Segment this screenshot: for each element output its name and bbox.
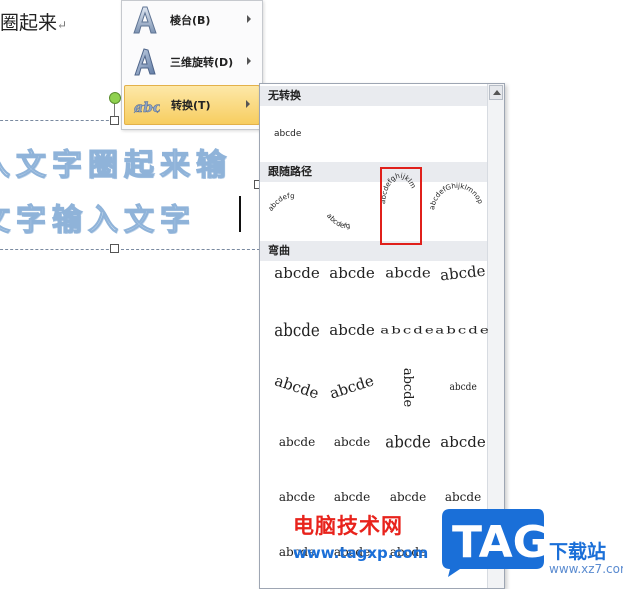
menu-item-label: 转换(T) bbox=[171, 99, 211, 112]
warp-option-text: abcde bbox=[385, 432, 431, 452]
watermark-tag-logo: TAG bbox=[438, 505, 549, 579]
wordart-text-line-1[interactable]: 入文字圈起来输 bbox=[0, 140, 232, 184]
path-option-arch-down[interactable]: abcdefg bbox=[318, 185, 374, 243]
warp-option[interactable]: abcde bbox=[381, 417, 435, 467]
document-text: 圈起来↵ bbox=[0, 12, 68, 34]
bevel-a-icon bbox=[130, 5, 160, 35]
resize-handle-top[interactable] bbox=[110, 116, 119, 125]
paragraph-mark: ↵ bbox=[57, 18, 68, 32]
menu-item-transform[interactable]: abc 转换(T) bbox=[124, 85, 260, 125]
warp-option[interactable]: abcde bbox=[436, 248, 490, 298]
warp-option[interactable]: abcde bbox=[325, 362, 379, 412]
watermark-download-text: 下载站 bbox=[549, 541, 607, 563]
rotation-handle[interactable] bbox=[109, 92, 121, 104]
section-header-no-transform: 无转换 bbox=[260, 86, 488, 106]
path-option-button[interactable]: abcdefGhijklmnop bbox=[428, 180, 486, 244]
transform-abc-icon: abc bbox=[131, 90, 161, 120]
menu-item-label: 棱台(B) bbox=[170, 14, 211, 27]
warp-option-text: abcde bbox=[440, 433, 486, 451]
warp-option-text: abcde bbox=[329, 321, 375, 339]
text-caret bbox=[239, 196, 241, 232]
selection-highlight-box bbox=[380, 167, 422, 245]
submenu-arrow-icon bbox=[247, 57, 251, 65]
warp-option[interactable]: abcde bbox=[436, 362, 490, 412]
warp-option-text: abcde bbox=[449, 381, 477, 393]
path-option-text: abcdefGhijklmnop bbox=[428, 182, 485, 210]
watermark-logo-text: TAG bbox=[452, 517, 546, 568]
path-option-text: abcdefg bbox=[325, 212, 351, 230]
3d-rotation-a-icon bbox=[130, 47, 160, 77]
watermark-url: www.tagxp.com bbox=[293, 544, 429, 562]
warp-option[interactable]: abcde bbox=[325, 248, 379, 298]
warp-option[interactable]: abcde bbox=[270, 362, 324, 412]
warp-option-text: abcde bbox=[385, 264, 431, 282]
menu-item-label: 三维旋转(D) bbox=[170, 56, 234, 69]
text-effects-menu: 棱台(B) 三维旋转(D) abc 转换(T) bbox=[121, 0, 263, 130]
warp-option[interactable]: abcde bbox=[325, 417, 379, 467]
warp-option-text: abcde bbox=[444, 490, 482, 504]
section-header-follow-path: 跟随路径 bbox=[260, 162, 488, 182]
warp-option-text: abcde bbox=[274, 319, 320, 341]
warp-option-text: abcde bbox=[327, 371, 377, 403]
wordart-text-line-2[interactable]: 文字输入文字 bbox=[0, 195, 196, 239]
resize-handle-bottom[interactable] bbox=[110, 244, 119, 253]
warp-option[interactable]: abcde bbox=[270, 248, 324, 298]
warp-option[interactable]: abcde bbox=[380, 305, 436, 355]
warp-option-text: abcde bbox=[400, 367, 416, 407]
warp-option-text: abcde bbox=[389, 490, 427, 504]
scroll-up-arrow-icon[interactable] bbox=[489, 85, 503, 100]
warp-option[interactable]: abcde bbox=[381, 248, 435, 298]
watermark-site-url: www.xz7.com bbox=[549, 562, 623, 576]
path-option-arch-up[interactable]: abcdefg bbox=[263, 185, 319, 235]
warp-option-text: abcde bbox=[333, 490, 371, 504]
warp-option-text: abcde bbox=[272, 371, 322, 403]
menu-item-3d-rotation[interactable]: 三维旋转(D) bbox=[124, 43, 260, 81]
warp-option-text: abcde bbox=[439, 261, 487, 285]
svg-text:abc: abc bbox=[134, 100, 160, 116]
no-transform-option[interactable]: abcde bbox=[274, 129, 301, 139]
warp-option[interactable]: abcde bbox=[270, 417, 324, 467]
warp-option[interactable]: abcde bbox=[381, 362, 435, 412]
warp-option[interactable]: abcde bbox=[435, 305, 491, 355]
submenu-arrow-icon bbox=[247, 15, 251, 23]
menu-item-bevel[interactable]: 棱台(B) bbox=[124, 1, 260, 39]
submenu-arrow-icon bbox=[246, 100, 250, 108]
warp-option-text: abcde bbox=[329, 264, 375, 282]
warp-option-text: abcde bbox=[380, 323, 436, 337]
warp-option[interactable]: abcde bbox=[270, 305, 324, 355]
warp-option[interactable]: abcde bbox=[436, 417, 490, 467]
warp-option-text: abcde bbox=[333, 435, 371, 449]
warp-option-text: abcde bbox=[435, 323, 491, 337]
warp-option-text: abcde bbox=[274, 264, 320, 282]
watermark-site-name: 电脑技术网 bbox=[293, 514, 403, 538]
warp-option[interactable]: abcde bbox=[325, 305, 379, 355]
warp-option-text: abcde bbox=[278, 490, 316, 504]
path-option-text: abcdefg bbox=[267, 192, 295, 213]
warp-option-text: abcde bbox=[278, 435, 316, 449]
